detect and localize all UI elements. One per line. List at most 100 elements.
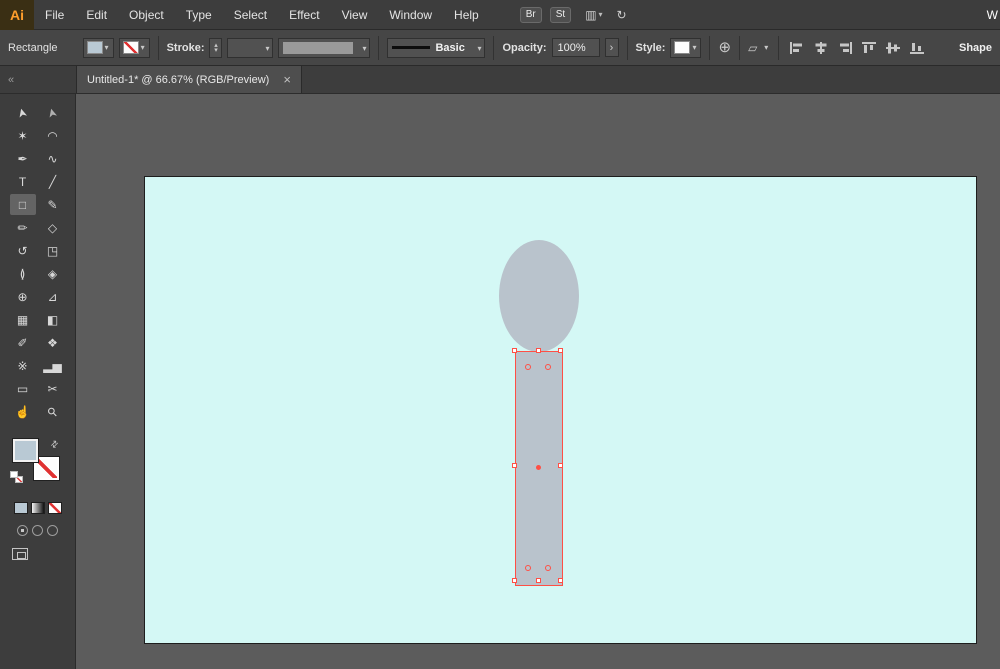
curvature-tool[interactable]: ∿ xyxy=(40,148,66,169)
type-tool[interactable]: T xyxy=(10,171,36,192)
zoom-icon: ⚲ xyxy=(44,403,61,420)
canvas[interactable] xyxy=(76,94,1000,669)
gradient-mode-button[interactable] xyxy=(30,502,45,514)
blend-icon: ❖ xyxy=(47,335,58,350)
selection-handle-bottom-left[interactable] xyxy=(512,578,517,583)
corner-radius-widget-top-left[interactable] xyxy=(525,364,531,370)
rotate-tool[interactable]: ↺ xyxy=(10,240,36,261)
rectangle-tool[interactable]: □ xyxy=(9,194,36,215)
transform-options-icon[interactable]: ▱ xyxy=(748,42,757,54)
draw-behind-button[interactable] xyxy=(32,525,43,536)
menubar-item-8[interactable]: Help xyxy=(443,8,490,22)
selection-tool[interactable]: ➤ xyxy=(10,102,36,123)
perspective-grid-tool[interactable]: ⊿ xyxy=(40,286,66,307)
corner-radius-widget-top-right[interactable] xyxy=(545,364,551,370)
shaper-tool[interactable]: ◇ xyxy=(40,217,66,238)
pencil-tool[interactable]: ✏ xyxy=(10,217,36,238)
artboard[interactable] xyxy=(144,176,977,644)
selection-handle-top-center[interactable] xyxy=(536,348,541,353)
shape-builder-tool[interactable]: ⊕ xyxy=(10,286,36,307)
scale-tool[interactable]: ◳ xyxy=(40,240,66,261)
align-horizontal-left-icon[interactable] xyxy=(787,37,806,59)
gradient-tool[interactable]: ◧ xyxy=(40,309,66,330)
align-vertical-bottom-icon[interactable] xyxy=(907,37,926,59)
opacity-input[interactable]: 100% xyxy=(551,38,600,57)
selection-handle-top-right[interactable] xyxy=(558,348,563,353)
hand-icon: ☝ xyxy=(15,404,30,419)
selection-handle-top-left[interactable] xyxy=(512,348,517,353)
brush-definition-dropdown[interactable]: Basic xyxy=(387,37,486,58)
divider xyxy=(626,35,628,60)
stroke-color-dropdown[interactable]: ▾ xyxy=(118,37,150,58)
selection-handle-middle-right[interactable] xyxy=(558,463,563,468)
stroke-none-swatch-icon xyxy=(122,41,139,54)
menubar-item-2[interactable]: Object xyxy=(118,8,175,22)
close-tab-icon[interactable]: × xyxy=(283,73,291,86)
menubar-item-4[interactable]: Select xyxy=(223,8,278,22)
mesh-tool[interactable]: ▦ xyxy=(10,309,36,330)
sync-settings-icon[interactable]: ↻ xyxy=(617,8,627,22)
arrange-documents-chevron-icon[interactable]: ▾ xyxy=(599,10,603,19)
screen-mode-button[interactable] xyxy=(12,548,28,560)
menubar-item-1[interactable]: Edit xyxy=(75,8,118,22)
fill-color-dropdown[interactable]: ▾ xyxy=(82,37,114,58)
menubar-item-6[interactable]: View xyxy=(331,8,379,22)
opacity-panel-chevron-icon[interactable]: › xyxy=(604,38,619,57)
swap-fill-stroke-icon[interactable]: ⇄ xyxy=(48,438,61,451)
variable-width-profile-dropdown[interactable] xyxy=(278,37,371,58)
document-tab[interactable]: Untitled-1* @ 66.67% (RGB/Preview) × xyxy=(76,66,302,93)
blend-tool[interactable]: ❖ xyxy=(40,332,66,353)
color-mode-button[interactable] xyxy=(13,502,28,514)
align-horizontal-right-icon[interactable] xyxy=(835,37,854,59)
corner-radius-widget-bottom-right[interactable] xyxy=(545,565,551,571)
graphic-style-dropdown[interactable]: ▾ xyxy=(670,37,702,58)
stroke-weight-stepper[interactable] xyxy=(209,37,223,58)
menubar-item-7[interactable]: Window xyxy=(378,8,443,22)
line-segment-tool[interactable]: ╱ xyxy=(40,171,66,192)
stroke-weight-dropdown[interactable] xyxy=(227,37,274,58)
corner-radius-widget-bottom-left[interactable] xyxy=(525,565,531,571)
fill-swatch[interactable] xyxy=(11,438,39,463)
pen-tool[interactable]: ✒ xyxy=(10,148,36,169)
default-fill-stroke-icon[interactable] xyxy=(9,471,23,483)
recolor-artwork-globe-icon[interactable]: ⊕ xyxy=(718,40,731,55)
bridge-button[interactable]: Br xyxy=(519,6,542,23)
paintbrush-tool[interactable]: ✎ xyxy=(40,194,66,215)
document-tab-title: Untitled-1* @ 66.67% (RGB/Preview) xyxy=(87,73,270,86)
slice-tool[interactable]: ✂ xyxy=(40,378,66,399)
draw-inside-button[interactable] xyxy=(47,525,58,536)
align-vertical-top-icon[interactable] xyxy=(859,37,878,59)
align-horizontal-center-icon[interactable] xyxy=(811,37,830,59)
menubar-item-0[interactable]: File xyxy=(34,8,75,22)
lasso-tool[interactable]: ◠ xyxy=(40,125,66,146)
stock-button[interactable]: St xyxy=(549,6,572,23)
hand-tool[interactable]: ☝ xyxy=(10,401,36,422)
draw-normal-button[interactable] xyxy=(17,525,28,536)
direct-selection-tool[interactable]: ➤ xyxy=(40,102,66,123)
mesh-icon: ▦ xyxy=(16,312,29,327)
width-tool[interactable]: ≬ xyxy=(10,263,36,284)
artboard-tool[interactable]: ▭ xyxy=(10,378,36,399)
spoon-handle-rectangle-selected[interactable] xyxy=(512,348,563,586)
selection-handle-bottom-center[interactable] xyxy=(536,578,541,583)
selection-handle-middle-left[interactable] xyxy=(512,463,517,468)
pencil-icon: ✏ xyxy=(17,220,28,235)
selection-arrow-icon: ➤ xyxy=(14,105,31,120)
spoon-bowl-ellipse[interactable] xyxy=(499,240,579,352)
brush-stroke-preview-icon xyxy=(392,46,431,49)
perspective-grid-icon: ⊿ xyxy=(47,289,58,304)
magic-wand-tool[interactable]: ✶ xyxy=(10,125,36,146)
menubar-item-5[interactable]: Effect xyxy=(278,8,330,22)
arrange-documents-icon[interactable]: ▥ xyxy=(585,8,596,22)
symbol-sprayer-tool[interactable]: ※ xyxy=(10,355,36,376)
eyedropper-tool[interactable]: ✐ xyxy=(10,332,36,353)
align-vertical-center-icon[interactable] xyxy=(883,37,902,59)
none-mode-button[interactable] xyxy=(47,502,62,514)
menubar-item-3[interactable]: Type xyxy=(175,8,223,22)
column-graph-tool[interactable]: ▂▅ xyxy=(40,355,66,376)
chevron-down-icon[interactable]: ▾ xyxy=(762,43,770,52)
selection-handle-bottom-right[interactable] xyxy=(558,578,563,583)
zoom-tool[interactable]: ⚲ xyxy=(40,401,66,422)
collapse-panel-icon[interactable]: « xyxy=(8,74,14,86)
free-transform-tool[interactable]: ◈ xyxy=(40,263,66,284)
